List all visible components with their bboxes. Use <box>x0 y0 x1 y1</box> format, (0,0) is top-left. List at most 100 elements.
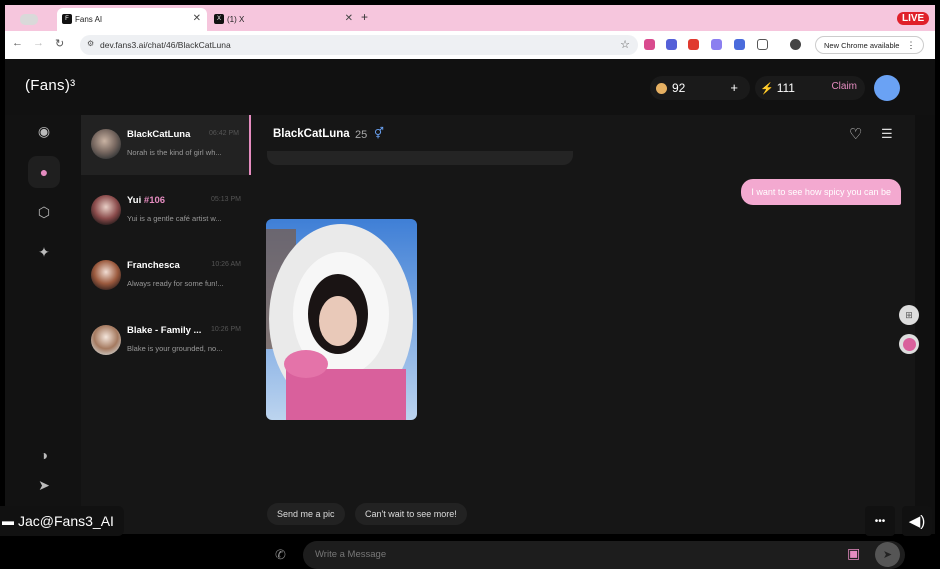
discord-icon: ◑ <box>39 447 49 463</box>
streamer-badge: ▬ Jac@Fans3_AI <box>0 506 124 536</box>
coin-icon <box>656 82 667 94</box>
send-button[interactable]: ➤ <box>875 542 900 567</box>
phone-icon[interactable]: ✆ <box>275 547 286 563</box>
suggestion-chip[interactable]: Send me a pic <box>267 503 345 525</box>
avatar <box>91 195 121 225</box>
chat-name: Yui #106 <box>127 195 165 206</box>
avatar-icon <box>902 337 916 351</box>
chat-list-item[interactable]: BlackCatLuna 06:42 PM Norah is the kind … <box>81 115 251 175</box>
eye-icon: ◉ <box>37 122 51 139</box>
gift-icon[interactable]: ▣ <box>847 545 860 562</box>
user-avatar[interactable] <box>874 75 900 101</box>
puzzle-icon[interactable] <box>757 39 768 50</box>
cube-icon: ⬡ <box>37 203 51 220</box>
chat-list: BlackCatLuna 06:42 PM Norah is the kind … <box>81 115 251 534</box>
message-input-placeholder: Write a Message <box>315 549 387 560</box>
chat-panel: BlackCatLuna 25 ⚥ ♡ ☰ I want to see how … <box>251 115 915 569</box>
profile-avatar-icon[interactable] <box>790 39 801 50</box>
extension-icon[interactable] <box>644 39 655 50</box>
incoming-message-bubble <box>267 151 573 165</box>
sidebar-item-collection[interactable]: ⬡ <box>28 196 60 228</box>
monitor-icon: ▬ <box>2 514 14 528</box>
chat-preview: Always ready for some fun!... <box>127 279 224 288</box>
extension-icon[interactable] <box>666 39 677 50</box>
screen-frame: F Fans AI ✕ X (1) X ✕ + LIVE ← → ↻ ⚙ dev… <box>0 0 940 569</box>
chat-name-text: Yui <box>127 195 142 206</box>
coin-count: 92 <box>672 81 686 95</box>
sidebar-item-telegram[interactable]: ➤ <box>28 469 60 501</box>
chat-name: BlackCatLuna <box>127 129 191 140</box>
sidebar-item-chat[interactable]: ● <box>28 156 60 188</box>
sidebar-item-explore[interactable]: ◉ <box>28 115 60 147</box>
close-icon[interactable]: ✕ <box>193 13 201 24</box>
floating-avatar-button[interactable] <box>899 334 919 354</box>
heart-icon[interactable]: ♡ <box>849 125 862 143</box>
outgoing-message-bubble: I want to see how spicy you can be <box>741 179 901 205</box>
volume-icon[interactable]: ◀︎) <box>902 506 932 536</box>
floating-widget-button[interactable]: ⊞ <box>899 305 919 325</box>
sparkle-icon: ✦ <box>38 243 50 260</box>
message-list: I want to see how spicy you can be <box>251 151 915 455</box>
chat-time: 06:42 PM <box>209 130 239 137</box>
fans-app: (Fans)³ 92 + ⚡ 111 Claim ◉ ● ⬡ ✦ ◑ ➤ Bla… <box>5 59 935 569</box>
tab-x[interactable]: X (1) X ✕ <box>209 8 359 31</box>
site-info-icon[interactable]: ⚙ <box>87 39 94 48</box>
tab-label: (1) X <box>227 15 245 24</box>
gender-icon: ⚥ <box>374 128 384 140</box>
close-icon[interactable]: ✕ <box>345 13 353 24</box>
new-chrome-label: New Chrome available <box>824 40 900 50</box>
energy-count: 111 <box>776 81 795 95</box>
chat-list-item[interactable]: Yui #106 05:13 PM Yui is a gentle café a… <box>81 181 251 241</box>
bookmark-star-icon[interactable]: ☆ <box>620 38 630 51</box>
new-tab-button[interactable]: + <box>361 10 368 24</box>
claim-button[interactable]: Claim <box>831 81 857 92</box>
coin-balance[interactable]: 92 + <box>650 76 750 100</box>
sidebar-item-discord[interactable]: ◑ <box>28 439 60 471</box>
fans-favicon-icon: F <box>62 14 72 24</box>
chat-time: 10:26 AM <box>211 261 241 268</box>
avatar <box>91 260 121 290</box>
energy-balance[interactable]: ⚡ 111 Claim <box>755 76 865 100</box>
sidebar-toggle-icon <box>20 14 38 25</box>
extension-icon[interactable] <box>688 39 699 50</box>
chat-name: Blake - Family ... <box>127 325 202 336</box>
reload-icon[interactable]: ↻ <box>55 37 64 50</box>
new-chrome-available-button[interactable]: New Chrome available ⋮ <box>815 36 925 54</box>
chat-preview: Blake is your grounded, no... <box>127 344 223 353</box>
forward-icon[interactable]: → <box>33 37 44 49</box>
avatar <box>91 129 121 159</box>
menu-icon[interactable]: ☰ <box>881 126 893 142</box>
suggestion-chip[interactable]: Can't wait to see more! <box>355 503 467 525</box>
chat-preview: Yui is a gentle café artist w... <box>127 214 222 223</box>
app-header: (Fans)³ 92 + ⚡ 111 Claim <box>5 59 935 115</box>
tab-fans-ai[interactable]: F Fans AI ✕ <box>57 8 207 31</box>
photo-image <box>266 219 417 420</box>
streamer-name: Jac@Fans3_AI <box>18 513 114 529</box>
sidebar-item-create[interactable]: ✦ <box>28 236 60 268</box>
back-icon[interactable]: ← <box>12 37 23 49</box>
tab-sidebar-toggle[interactable] <box>13 8 45 31</box>
app-logo[interactable]: (Fans)³ <box>25 77 75 94</box>
chat-time: 10:26 PM <box>211 326 241 333</box>
extension-icon[interactable] <box>711 39 722 50</box>
message-composer[interactable]: Write a Message ▣ ➤ <box>303 541 905 569</box>
menu-dots-icon: ⋮ <box>906 39 916 50</box>
tab-strip: F Fans AI ✕ X (1) X ✕ + <box>5 5 935 31</box>
character-photo[interactable] <box>266 219 417 420</box>
extension-icon[interactable] <box>734 39 745 50</box>
add-coins-button[interactable]: + <box>730 80 738 95</box>
address-bar[interactable]: ⚙ dev.fans3.ai/chat/46/BlackCatLuna ☆ <box>80 35 638 55</box>
live-badge: LIVE <box>897 12 930 25</box>
left-sidebar: ◉ ● ⬡ ✦ ◑ ➤ <box>5 115 81 534</box>
chat-name: Franchesca <box>127 260 180 271</box>
browser-toolbar: ← → ↻ ⚙ dev.fans3.ai/chat/46/BlackCatLun… <box>5 31 935 59</box>
telegram-icon: ➤ <box>38 476 50 493</box>
lightning-icon: ⚡ <box>760 82 774 95</box>
url-text: dev.fans3.ai/chat/46/BlackCatLuna <box>100 40 231 50</box>
more-options-button[interactable]: ••• <box>865 506 895 536</box>
chat-age: 25 <box>355 129 368 141</box>
chat-time: 05:13 PM <box>211 196 241 203</box>
chat-list-item[interactable]: Franchesca 10:26 AM Always ready for som… <box>81 246 251 306</box>
chat-icon: ● <box>39 164 49 180</box>
chat-list-item[interactable]: Blake - Family ... 10:26 PM Blake is you… <box>81 311 251 371</box>
